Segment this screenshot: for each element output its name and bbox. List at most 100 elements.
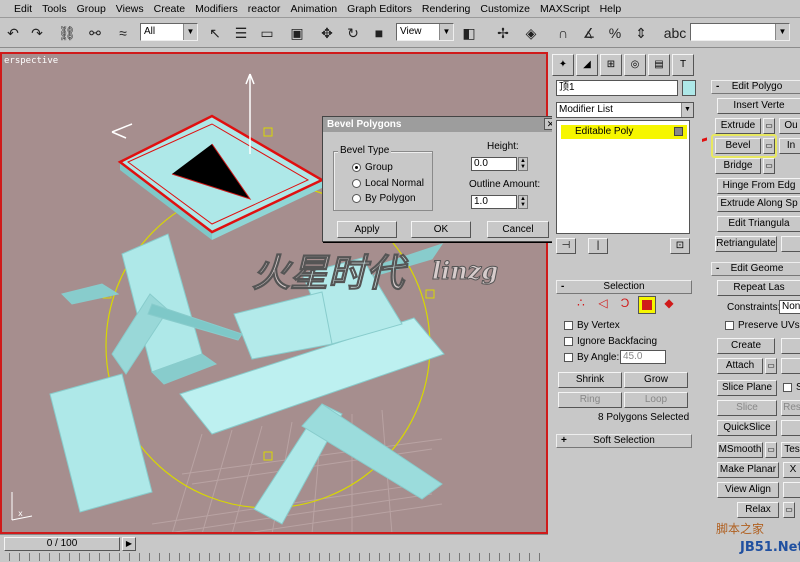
modifier-list-dropdown[interactable]: Modifier List ▼: [556, 102, 694, 118]
pin-stack-icon[interactable]: ⊣: [556, 238, 576, 254]
menu-customize[interactable]: Customize: [480, 3, 530, 15]
menu-create[interactable]: Create: [154, 3, 186, 15]
polygon-icon[interactable]: [638, 296, 656, 314]
modify-tab-icon[interactable]: ◢: [576, 54, 598, 76]
relax-button[interactable]: Relax: [737, 502, 779, 518]
collapse-button[interactable]: [781, 338, 800, 354]
menu-help[interactable]: Help: [600, 3, 622, 15]
bind-space-warp-icon[interactable]: ≈: [112, 22, 134, 44]
edit-triangulation-button[interactable]: Edit Triangula: [717, 216, 800, 232]
menu-modifiers[interactable]: Modifiers: [195, 3, 238, 15]
slice-plane-button[interactable]: Slice Plane: [717, 380, 777, 396]
attach-button[interactable]: Attach: [717, 358, 763, 374]
menu-maxscript[interactable]: MAXScript: [540, 3, 590, 15]
angle-snap-icon[interactable]: ∡: [578, 22, 600, 44]
spinner-arrows-icon[interactable]: ▲ ▼: [518, 195, 528, 209]
display-tab-icon[interactable]: ▤: [648, 54, 670, 76]
configure-modifier-sets-icon[interactable]: ⊡: [670, 238, 690, 254]
rectangular-selection-icon[interactable]: ▭: [256, 22, 278, 44]
msmooth-button[interactable]: MSmooth: [717, 442, 763, 458]
split-checkbox[interactable]: S: [783, 382, 800, 393]
window-crossing-icon[interactable]: ▣: [286, 22, 308, 44]
tessellate-button[interactable]: Tes: [781, 442, 800, 458]
attach-list-icon[interactable]: ▭: [765, 358, 777, 374]
repeat-last-button[interactable]: Repeat Las: [717, 280, 800, 296]
bridge-settings-icon[interactable]: ▭: [763, 158, 775, 174]
selection-rollout-header[interactable]: - Selection: [556, 280, 692, 294]
menu-edit[interactable]: Edit: [14, 3, 32, 15]
planar-x-button[interactable]: X: [783, 462, 800, 478]
scale-icon[interactable]: ■: [368, 22, 390, 44]
radio-by-polygon[interactable]: By Polygon: [352, 193, 416, 204]
motion-tab-icon[interactable]: ◎: [624, 54, 646, 76]
extrude-button[interactable]: Extrude: [715, 118, 761, 134]
view-align-button[interactable]: View Align: [717, 482, 779, 498]
pivot-center-icon[interactable]: ◧: [458, 22, 480, 44]
percent-snap-icon[interactable]: %: [604, 22, 626, 44]
edit-geometry-rollout-header[interactable]: - Edit Geome: [711, 262, 800, 276]
preserve-uvs-checkbox[interactable]: Preserve UVs: [725, 320, 800, 331]
hinge-from-edge-button[interactable]: Hinge From Edg: [717, 178, 800, 194]
radio-local-normal[interactable]: Local Normal: [352, 178, 424, 189]
snaps-toggle-icon[interactable]: ∩: [552, 22, 574, 44]
hierarchy-tab-icon[interactable]: ⊞: [600, 54, 622, 76]
edge-icon[interactable]: ◁: [594, 296, 612, 314]
extrude-settings-icon[interactable]: ▭: [763, 118, 775, 134]
spinner-arrows-icon[interactable]: ▲ ▼: [518, 157, 528, 171]
apply-button[interactable]: Apply: [337, 221, 397, 238]
rotate-icon[interactable]: ↻: [342, 22, 364, 44]
insert-vertex-button[interactable]: Insert Verte: [717, 98, 800, 114]
bevel-button[interactable]: Bevel: [715, 138, 761, 154]
track-bar[interactable]: [0, 553, 548, 561]
time-slider[interactable]: 0 / 100: [4, 537, 120, 551]
menu-animation[interactable]: Animation: [290, 3, 337, 15]
bridge-button[interactable]: Bridge: [715, 158, 761, 174]
loop-button[interactable]: Loop: [624, 392, 688, 408]
ring-button[interactable]: Ring: [558, 392, 622, 408]
inset-button[interactable]: In: [779, 138, 800, 154]
object-color-swatch[interactable]: [682, 80, 696, 96]
stack-item-editable-poly[interactable]: Editable Poly: [561, 125, 687, 139]
quickslice-button[interactable]: QuickSlice: [717, 420, 777, 436]
ok-button[interactable]: OK: [411, 221, 471, 238]
menu-rendering[interactable]: Rendering: [422, 3, 470, 15]
select-manipulate-icon[interactable]: ✢: [492, 22, 514, 44]
menu-reactor[interactable]: reactor: [248, 3, 281, 15]
retriangulate-button[interactable]: Retriangulate: [715, 236, 777, 252]
slice-button[interactable]: Slice: [717, 400, 777, 416]
vertex-icon[interactable]: ∴: [572, 296, 590, 314]
redo-icon[interactable]: ↷: [26, 22, 48, 44]
reset-plane-button[interactable]: Res: [781, 400, 800, 416]
unlink-icon[interactable]: ⚯: [84, 22, 106, 44]
select-by-name-icon[interactable]: ☰: [230, 22, 252, 44]
select-link-icon[interactable]: ⛓: [56, 22, 78, 44]
reference-coord-dropdown[interactable]: View ▼: [396, 23, 454, 41]
create-tab-icon[interactable]: ✦: [552, 54, 574, 76]
undo-icon[interactable]: ↶: [2, 22, 24, 44]
show-end-result-icon[interactable]: |: [588, 238, 608, 254]
msmooth-settings-icon[interactable]: ▭: [765, 442, 777, 458]
move-icon[interactable]: ✥: [316, 22, 338, 44]
edit-named-selection-icon[interactable]: abc: [664, 22, 687, 44]
border-icon[interactable]: Ͻ: [616, 296, 634, 314]
constraints-dropdown[interactable]: Non: [779, 300, 800, 314]
outline-amount-spinner[interactable]: 1.0 ▲ ▼: [471, 195, 528, 209]
cut-button[interactable]: [781, 420, 800, 436]
by-vertex-checkbox[interactable]: By Vertex: [564, 320, 620, 331]
next-frame-icon[interactable]: ▶: [122, 537, 136, 551]
edit-polygons-rollout-header[interactable]: - Edit Polygo: [711, 80, 800, 94]
flip-button[interactable]: [781, 236, 800, 252]
element-icon[interactable]: ◆: [660, 296, 678, 314]
grow-button[interactable]: Grow: [624, 372, 688, 388]
soft-selection-rollout-header[interactable]: + Soft Selection: [556, 434, 692, 448]
object-name-input[interactable]: 顶1: [556, 80, 678, 96]
grid-align-button[interactable]: [783, 482, 800, 498]
outline-button[interactable]: Ou: [779, 118, 800, 134]
ignore-backfacing-checkbox[interactable]: Ignore Backfacing: [564, 336, 657, 347]
bevel-settings-icon[interactable]: ▭: [763, 138, 775, 154]
by-angle-checkbox[interactable]: By Angle:: [564, 352, 619, 363]
angle-spinner[interactable]: 45.0: [620, 350, 666, 364]
height-spinner[interactable]: 0.0 ▲ ▼: [471, 157, 528, 171]
shrink-button[interactable]: Shrink: [558, 372, 622, 388]
selection-filter-dropdown[interactable]: All ▼: [140, 23, 198, 41]
